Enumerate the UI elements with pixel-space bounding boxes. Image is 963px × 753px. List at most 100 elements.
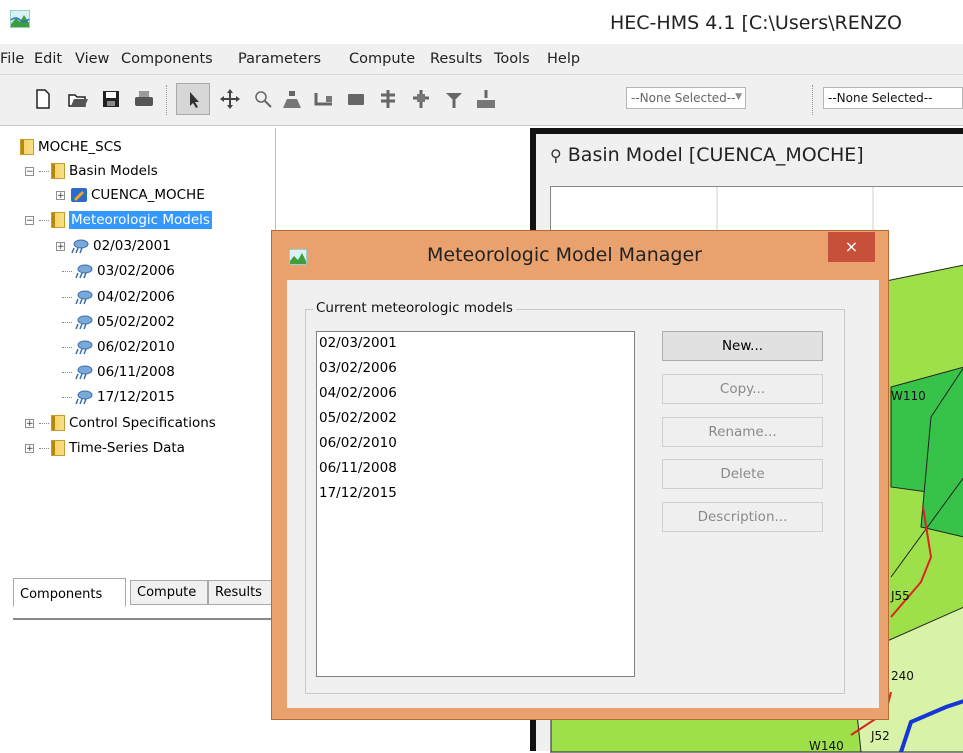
- tree-item-met-model-label: 02/03/2001: [93, 238, 171, 254]
- open-folder-icon[interactable]: [67, 88, 89, 110]
- meteorologic-models-list[interactable]: 02/03/2001 03/02/2006 04/02/2006 05/02/2…: [316, 331, 635, 677]
- folder-icon: [51, 440, 65, 456]
- menu-edit[interactable]: Edit: [34, 51, 62, 67]
- rain-cloud-icon: [75, 365, 93, 380]
- basin-element-combo-value: --None Selected--: [631, 91, 736, 105]
- tab-compute[interactable]: Compute: [130, 580, 208, 605]
- list-item[interactable]: 04/02/2006: [319, 385, 397, 401]
- menu-view[interactable]: View: [75, 51, 109, 67]
- rename-button[interactable]: Rename...: [662, 417, 823, 447]
- tree-item-met-model[interactable]: 04/02/2006: [62, 286, 175, 308]
- sink-tool-icon[interactable]: [475, 88, 497, 110]
- basin-element-combo[interactable]: --None Selected-- ▼: [626, 87, 746, 109]
- tree-item-met-model[interactable]: 03/02/2006: [62, 260, 175, 282]
- description-button[interactable]: Description...: [662, 502, 823, 532]
- close-button[interactable]: ×: [828, 232, 875, 262]
- map-label: W110: [891, 389, 926, 403]
- source-tool-icon[interactable]: [443, 88, 465, 110]
- tree-item-time-series-data[interactable]: + Time-Series Data: [25, 437, 185, 459]
- tree-connector: [62, 371, 72, 373]
- group-box-label: Current meteorologic models: [313, 300, 516, 316]
- menu-compute[interactable]: Compute: [349, 51, 415, 67]
- run-combo[interactable]: --None Selected--: [823, 87, 963, 109]
- menu-file[interactable]: File: [0, 51, 24, 67]
- tree-connector: [62, 346, 72, 348]
- reservoir-tool-icon[interactable]: [345, 88, 367, 110]
- tree-item-meteorologic-models[interactable]: − Meteorologic Models: [25, 209, 212, 231]
- window-title: HEC-HMS 4.1 [C:\Users\RENZO: [610, 12, 902, 34]
- menu-tools[interactable]: Tools: [494, 51, 530, 67]
- zoom-icon[interactable]: [252, 88, 274, 110]
- tree-item-met-model[interactable]: 06/11/2008: [62, 361, 175, 383]
- list-item[interactable]: 06/11/2008: [319, 460, 397, 476]
- run-combo-value: --None Selected--: [828, 91, 933, 105]
- close-icon: ×: [844, 237, 859, 256]
- rain-cloud-icon: [75, 340, 93, 355]
- tree-item-cuenca-moche[interactable]: + CUENCA_MOCHE: [56, 184, 205, 206]
- tree-connector: [39, 170, 49, 172]
- delete-button[interactable]: Delete: [662, 459, 823, 489]
- list-item[interactable]: 03/02/2006: [319, 360, 397, 376]
- expand-toggle-icon[interactable]: +: [56, 241, 65, 251]
- hec-hms-app-icon[interactable]: [10, 10, 30, 28]
- print-icon[interactable]: [133, 88, 155, 110]
- menu-parameters[interactable]: Parameters: [238, 51, 321, 67]
- select-tool-button[interactable]: [176, 83, 210, 115]
- new-button[interactable]: New...: [662, 331, 823, 361]
- tree-item-root[interactable]: MOCHE_SCS: [20, 136, 122, 158]
- expand-toggle-icon[interactable]: +: [25, 418, 34, 428]
- folder-icon: [51, 212, 65, 228]
- basin-window-title-label: Basin Model [CUENCA_MOCHE]: [567, 144, 864, 166]
- basin-model-icon: ⚲: [550, 146, 562, 165]
- tree-item-met-model[interactable]: + 02/03/2001: [56, 235, 171, 257]
- tree-connector: [62, 296, 72, 298]
- basin-window-title: ⚲ Basin Model [CUENCA_MOCHE]: [550, 144, 864, 166]
- tree-item-met-model[interactable]: 17/12/2015: [62, 386, 175, 408]
- tab-components[interactable]: Components: [13, 578, 126, 607]
- menu-components[interactable]: Components: [121, 51, 213, 67]
- list-item[interactable]: 05/02/2002: [319, 410, 397, 426]
- tree-item-met-model[interactable]: 05/02/2002: [62, 311, 175, 333]
- save-icon[interactable]: [100, 88, 122, 110]
- tree-item-control-specifications[interactable]: + Control Specifications: [25, 412, 216, 434]
- collapse-toggle-icon[interactable]: −: [25, 166, 34, 176]
- pan-move-icon[interactable]: [219, 88, 241, 110]
- tree-item-basin-models-label: Basin Models: [69, 163, 158, 179]
- menu-results[interactable]: Results: [430, 51, 482, 67]
- rain-cloud-icon: [75, 390, 93, 405]
- list-item[interactable]: 06/02/2010: [319, 435, 397, 451]
- tree-item-root-label: MOCHE_SCS: [38, 139, 122, 155]
- collapse-toggle-icon[interactable]: −: [25, 215, 34, 225]
- menu-help[interactable]: Help: [547, 51, 580, 67]
- new-file-icon[interactable]: [32, 88, 54, 110]
- pointer-arrow-icon: [190, 92, 199, 108]
- tree-item-time-series-data-label: Time-Series Data: [69, 440, 185, 456]
- expand-toggle-icon[interactable]: +: [56, 190, 65, 200]
- folder-icon: [20, 139, 34, 155]
- junction-tool-icon[interactable]: [377, 88, 399, 110]
- expand-toggle-icon[interactable]: +: [25, 443, 34, 453]
- title-bar: HEC-HMS 4.1 [C:\Users\RENZO: [0, 0, 963, 44]
- subbasin-tool-icon[interactable]: [281, 88, 303, 110]
- chevron-down-icon: ▼: [735, 92, 742, 102]
- tab-results[interactable]: Results: [208, 580, 275, 605]
- basin-model-icon: [71, 188, 87, 202]
- tree-item-control-specifications-label: Control Specifications: [69, 415, 216, 431]
- copy-button[interactable]: Copy...: [662, 374, 823, 404]
- folder-icon: [51, 163, 65, 179]
- menu-bar: File Edit View Components Parameters Com…: [0, 44, 963, 75]
- tree-connector: [39, 219, 49, 221]
- rain-cloud-icon: [75, 315, 93, 330]
- list-item[interactable]: 17/12/2015: [319, 485, 397, 501]
- tree-item-met-model[interactable]: 06/02/2010: [62, 336, 175, 358]
- map-label: 240: [891, 669, 914, 683]
- hec-hms-app-icon[interactable]: [289, 249, 307, 265]
- component-editor-panel: [13, 618, 275, 753]
- explorer-tabs: Components Compute Results: [13, 578, 275, 608]
- tree-item-basin-models[interactable]: − Basin Models: [25, 160, 158, 182]
- diversion-tool-icon[interactable]: [410, 88, 432, 110]
- tree-connector: [39, 447, 49, 449]
- list-item[interactable]: 02/03/2001: [319, 335, 397, 351]
- toolbar-separator: [166, 85, 168, 115]
- reach-tool-icon[interactable]: [313, 88, 335, 110]
